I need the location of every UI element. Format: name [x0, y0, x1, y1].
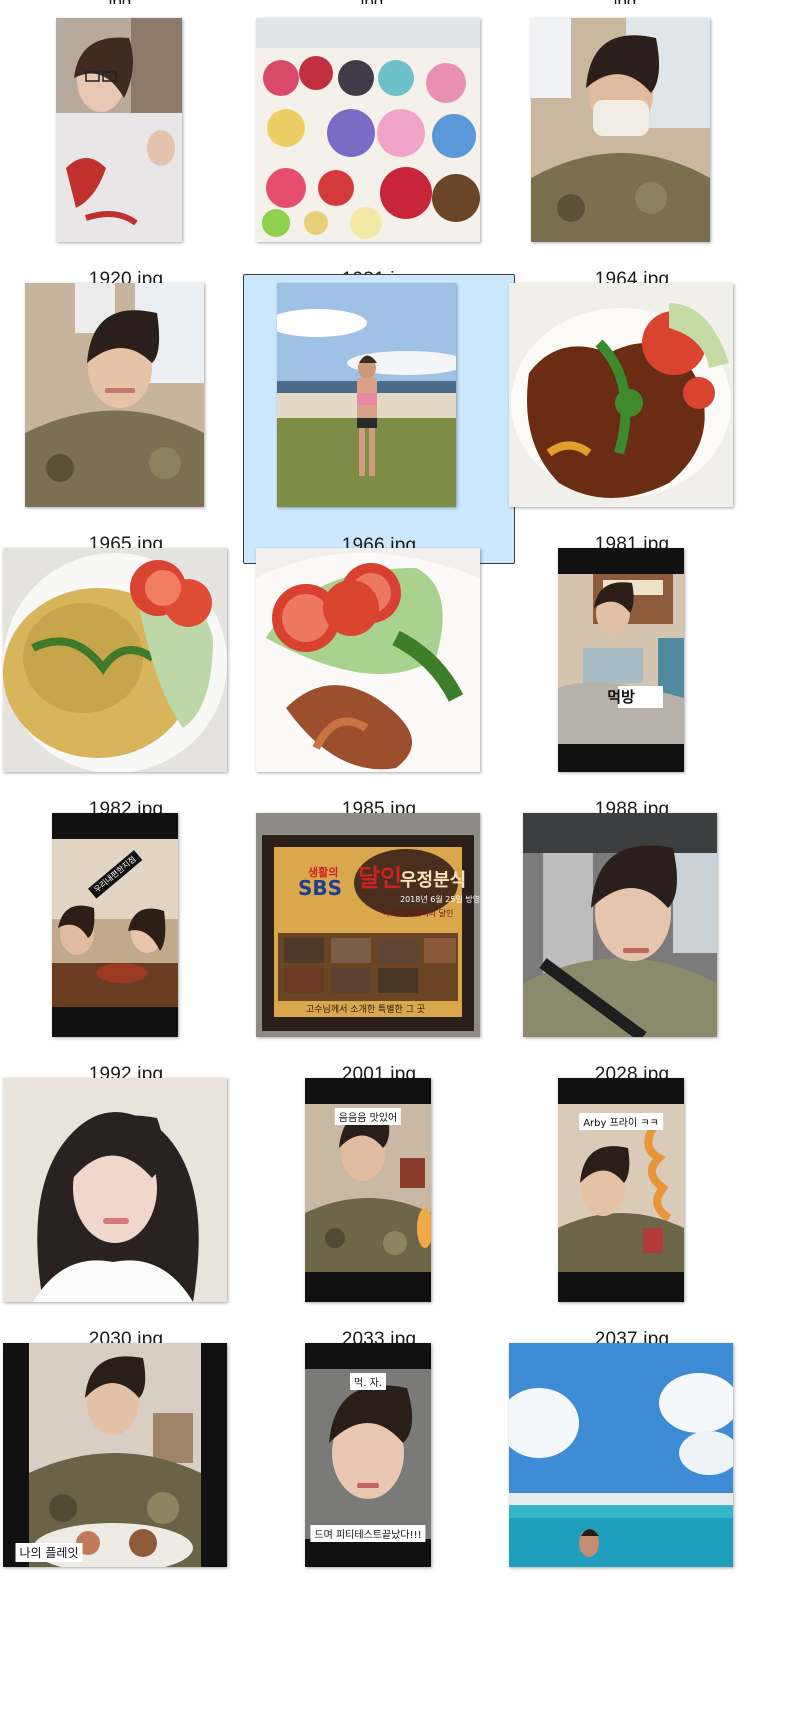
photo-thumbnail-icon[interactable]	[277, 283, 456, 507]
photo-thumbnail-icon[interactable]	[3, 548, 227, 772]
poster-network-text: SBS	[298, 876, 343, 900]
photo-thumbnail-icon[interactable]: 먹방	[558, 548, 684, 772]
file-tile[interactable]: 1982.jpg	[0, 538, 262, 828]
photo-thumbnail-icon[interactable]	[509, 283, 733, 507]
file-tile[interactable]: 먹방 1988.jpg	[496, 538, 768, 828]
poster-footer-text: 고수님께서 소개한 특별한 그 곳	[306, 1005, 426, 1015]
thumbnail-caption-text: 먹. 자.	[350, 1373, 386, 1390]
partial-file-label[interactable]: jpg	[505, 0, 745, 4]
photo-thumbnail-icon[interactable]: Arby 프라이 ㅋㅋ	[558, 1078, 684, 1302]
photo-thumbnail-icon[interactable]	[523, 813, 717, 1037]
poster-date-text: 2018년 6월 25일 방영	[400, 895, 480, 904]
partial-file-label[interactable]: jpg	[0, 0, 240, 4]
photo-thumbnail-icon[interactable]: 우리내편한지점	[52, 813, 178, 1037]
partial-file-label[interactable]: jpg	[252, 0, 492, 4]
photo-thumbnail-icon[interactable]	[531, 18, 710, 242]
photo-thumbnail-icon[interactable]	[56, 18, 182, 242]
file-grid: jpg jpg jpg 1920.jpg	[0, 0, 804, 1715]
photo-thumbnail-icon[interactable]	[3, 1078, 227, 1302]
thumbnail-caption-text: 나의 플레잇	[15, 1543, 83, 1562]
file-tile[interactable]: 음음음 맛있어 2033.jpg	[243, 1068, 515, 1358]
file-tile[interactable]: 1981.jpg	[496, 273, 768, 563]
file-tile[interactable]: 1985.jpg	[243, 538, 515, 828]
thumbnail-caption-text: Arby 프라이 ㅋㅋ	[579, 1113, 663, 1130]
photo-thumbnail-icon[interactable]	[25, 283, 204, 507]
file-tile[interactable]: 1966.jpg	[243, 274, 515, 564]
thumbnail-caption-text: 먹방	[607, 688, 635, 706]
photo-thumbnail-icon[interactable]	[509, 1343, 733, 1567]
file-tile[interactable]: 나의 플레잇	[0, 1333, 262, 1623]
file-tile[interactable]	[496, 1333, 768, 1623]
photo-thumbnail-icon[interactable]: 음음음 맛있어	[305, 1078, 431, 1302]
file-tile[interactable]: 우리내편한지점 1992.jpg	[0, 803, 262, 1093]
file-tile[interactable]: 먹. 자. 드며 피티테스트끝났다!!!	[243, 1333, 515, 1623]
file-tile[interactable]: 1920.jpg	[0, 8, 262, 298]
file-tile[interactable]: 2028.jpg	[496, 803, 768, 1093]
file-tile[interactable]: Arby 프라이 ㅋㅋ 2037.jpg	[496, 1068, 768, 1358]
photo-thumbnail-icon[interactable]: 먹. 자. 드며 피티테스트끝났다!!!	[305, 1343, 431, 1567]
photo-thumbnail-icon[interactable]: 생활의 SBS 달인 우정분식 2018년 6월 25일 방영 떡 즉석떡볶이의…	[256, 813, 480, 1037]
file-tile[interactable]: 1931.jpg	[243, 8, 515, 298]
thumbnail-caption-text: 드며 피티테스트끝났다!!!	[310, 1525, 426, 1542]
poster-store-name-text: 우정분식	[400, 870, 467, 891]
thumbnail-caption-text: 음음음 맛있어	[334, 1108, 402, 1125]
poster-description-text: 떡 즉석떡볶이의 달인	[382, 909, 454, 918]
photo-thumbnail-icon[interactable]	[256, 548, 480, 772]
photo-thumbnail-icon[interactable]: 나의 플레잇	[3, 1343, 227, 1567]
file-tile[interactable]: 1964.jpg	[496, 8, 768, 298]
file-tile[interactable]: 생활의 SBS 달인 우정분식 2018년 6월 25일 방영 떡 즉석떡볶이의…	[243, 803, 515, 1093]
file-tile[interactable]: 2030.jpg	[0, 1068, 262, 1358]
photo-thumbnail-icon[interactable]	[256, 18, 480, 242]
file-tile[interactable]: 1965.jpg	[0, 273, 262, 563]
